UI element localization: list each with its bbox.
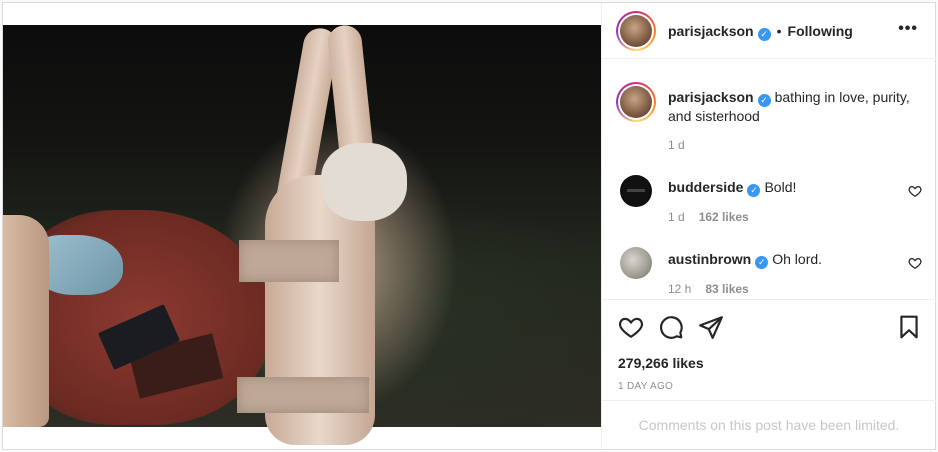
- comments-limited-notice: Comments on this post have been limited.: [602, 400, 936, 449]
- censor-bar-upper: [239, 240, 339, 282]
- likes-count[interactable]: 279,266 likes: [618, 355, 704, 371]
- comment-text: Oh lord.: [772, 251, 823, 267]
- comment-likes[interactable]: 162 likes: [699, 210, 749, 224]
- comment-icon[interactable]: [658, 314, 684, 340]
- post-card: parisjackson ✓ • Following ••• parisjackson…: [2, 2, 936, 450]
- comment-username[interactable]: austinbrown: [668, 251, 751, 267]
- comment-meta: 1 d 162 likes: [668, 210, 749, 224]
- comment-time[interactable]: 12 h: [668, 282, 691, 296]
- comment-like-heart-icon[interactable]: [908, 184, 922, 198]
- separator-dot: •: [776, 23, 782, 39]
- author-username[interactable]: parisjackson: [668, 23, 754, 39]
- comments-section: parisjackson ✓ bathing in love, purity, an…: [602, 60, 936, 298]
- verified-badge-icon: ✓: [755, 256, 769, 269]
- caption-username[interactable]: parisjackson: [668, 89, 754, 105]
- photo-leg: [3, 215, 49, 427]
- verified-badge-icon: ✓: [757, 28, 771, 41]
- comment: budderside ✓ Bold!: [668, 179, 796, 197]
- comment: austinbrown ✓ Oh lord.: [668, 251, 822, 269]
- heart-icon[interactable]: [618, 314, 644, 340]
- author-avatar[interactable]: [616, 11, 656, 51]
- post-header: parisjackson ✓ • Following •••: [602, 3, 936, 59]
- more-options-icon[interactable]: •••: [898, 20, 918, 38]
- bookmark-icon[interactable]: [896, 314, 922, 340]
- comment-avatar[interactable]: [620, 175, 652, 207]
- post-sidebar: parisjackson ✓ • Following ••• parisjackson…: [601, 3, 936, 449]
- post-media[interactable]: [3, 3, 601, 449]
- following-button[interactable]: Following: [788, 23, 853, 39]
- comment-text: Bold!: [764, 179, 797, 195]
- post-actions: 279,266 likes 1 DAY AGO: [602, 299, 936, 399]
- comment-likes[interactable]: 83 likes: [705, 282, 748, 296]
- comment-time[interactable]: 1 d: [668, 210, 685, 224]
- comment-username[interactable]: budderside: [668, 179, 743, 195]
- censor-bar-lower: [237, 377, 369, 413]
- caption-avatar[interactable]: [616, 82, 656, 122]
- verified-badge-icon: ✓: [757, 94, 771, 107]
- comment-meta: 12 h 83 likes: [668, 282, 749, 296]
- post-timestamp[interactable]: 1 DAY AGO: [618, 381, 673, 392]
- verified-badge-icon: ✓: [747, 184, 761, 197]
- comment-avatar[interactable]: [620, 247, 652, 279]
- post-photo[interactable]: [3, 23, 601, 445]
- author-info: parisjackson ✓ • Following: [668, 23, 853, 41]
- caption: parisjackson ✓ bathing in love, purity, an…: [668, 88, 918, 125]
- comment-like-heart-icon[interactable]: [908, 256, 922, 270]
- share-icon[interactable]: [698, 314, 724, 340]
- photo-head: [321, 143, 407, 221]
- caption-time: 1 d: [668, 138, 685, 152]
